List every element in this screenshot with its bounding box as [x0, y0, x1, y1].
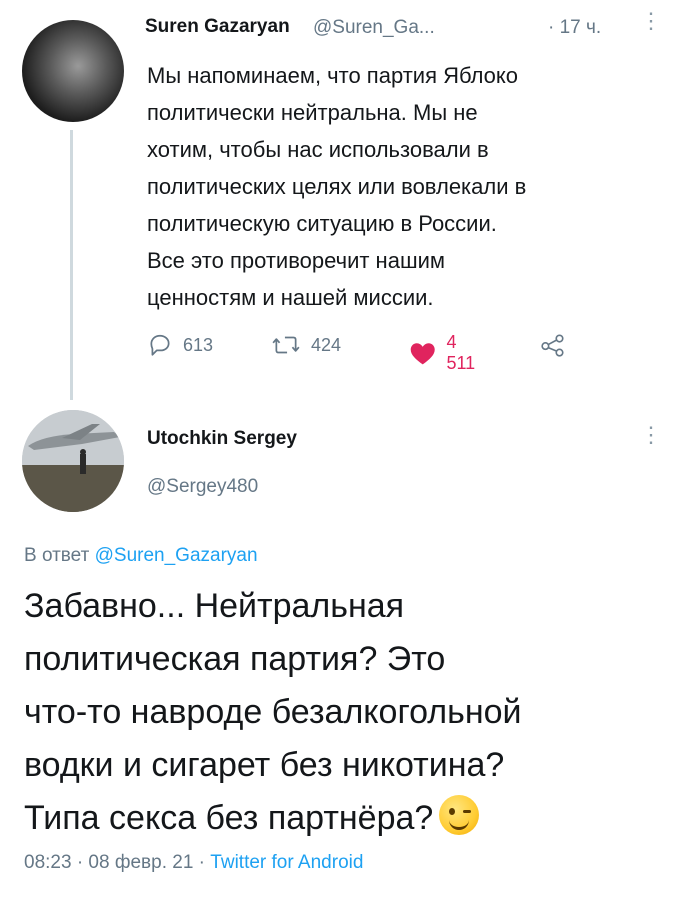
avatar-suren-gazaryan[interactable]	[22, 20, 124, 122]
reply-source-link[interactable]: Twitter for Android	[210, 852, 363, 873]
reply-to-mention[interactable]: @Suren_Gazaryan	[95, 545, 258, 566]
tweet-text-line: хотим, чтобы нас использовали в	[147, 137, 489, 162]
tweet-text-line: ценностям и нашей миссии.	[147, 285, 434, 310]
reply-to-prefix: В ответ	[24, 545, 90, 566]
reply-icon	[150, 334, 170, 356]
airplane-photo-icon	[22, 410, 124, 512]
reply-meta: 08:23 · 08 февр. 21 · Twitter for Androi…	[24, 852, 363, 874]
reply-text-line: Забавно... Нейтральная	[24, 587, 405, 625]
reply-timestamp: 08:23 · 08 февр. 21 ·	[24, 852, 206, 873]
like-button[interactable]: 4 511	[409, 332, 482, 374]
tweet-text-line: Все это противоречит нашим	[147, 248, 446, 273]
tweet-text: Мы напоминаем, что партия Яблоко политич…	[147, 57, 667, 316]
reply-text-last-line: Типа секса без партнёра?	[24, 792, 674, 845]
reply-text-line: политическая партия? Это	[24, 640, 446, 678]
reply-text: Забавно... Нейтральная политическая парт…	[24, 580, 674, 845]
reply-text-line: что-то навроде безалкогольной	[24, 693, 522, 731]
tweet-text-line: политическую ситуацию в России.	[147, 211, 497, 236]
share-icon	[541, 334, 564, 357]
tweet-text-line: политических целях или вовлекали в	[147, 174, 527, 199]
tweet-more-icon[interactable]: ⋮	[640, 10, 662, 32]
retweet-count: 424	[311, 334, 342, 355]
reply-author-name[interactable]: Utochkin Sergey	[147, 428, 297, 450]
reply-text-line: водки и сигарет без никотина?	[24, 746, 505, 784]
like-count: 4 511	[446, 332, 476, 373]
avatar-utochkin-sergey[interactable]	[22, 410, 124, 512]
reply-count: 613	[183, 334, 214, 355]
tweet-author-handle[interactable]: @Suren_Ga...	[313, 17, 435, 39]
heart-icon	[410, 343, 435, 365]
tweet-time[interactable]: · 17 ч.	[548, 17, 601, 39]
share-button[interactable]	[539, 332, 567, 358]
reply-more-icon[interactable]: ⋮	[640, 424, 662, 446]
winking-face-emoji-icon	[439, 795, 480, 835]
thread-connector-line	[70, 130, 73, 400]
reply-author-handle[interactable]: @Sergey480	[147, 476, 258, 498]
tweet-author-name[interactable]: Suren Gazaryan	[145, 16, 290, 38]
reply-text-line: Типа секса без партнёра?	[24, 799, 434, 837]
tweet-text-line: политически нейтральна. Мы не	[147, 100, 478, 125]
reply-button[interactable]: 613	[147, 332, 213, 358]
reply-to-line: В ответ @Suren_Gazaryan	[24, 545, 258, 567]
tweet-text-line: Мы напоминаем, что партия Яблоко	[147, 63, 519, 88]
retweet-button[interactable]: 424	[271, 332, 341, 358]
retweet-icon	[272, 336, 300, 354]
